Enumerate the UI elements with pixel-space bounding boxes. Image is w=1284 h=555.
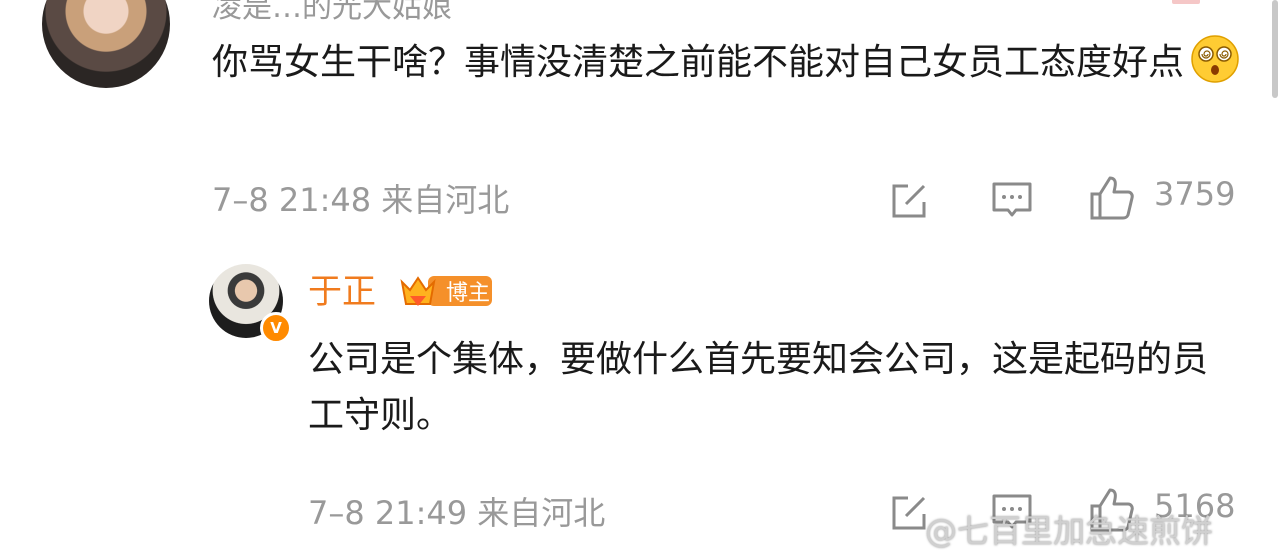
like-icon[interactable] <box>1088 174 1136 222</box>
username[interactable]: 凌是…的光大姑娘 <box>212 0 452 26</box>
reply-meta: 7–8 21:49 来自河北 <box>308 494 606 532</box>
like-count: 3759 <box>1154 175 1236 213</box>
avatar[interactable] <box>42 0 170 88</box>
reply-username[interactable]: 于正 <box>308 264 376 313</box>
comment-body: 你骂女生干啥？事情没清楚之前能不能对自己女员工态度好点 <box>212 42 1185 83</box>
user-badge <box>1172 0 1200 4</box>
scrollbar[interactable] <box>1272 0 1278 98</box>
reply-text: 公司是个集体，要做什么首先要知会公司，这是起码的员工守则。 <box>308 339 1209 436</box>
comment-text: 你骂女生干啥？事情没清楚之前能不能对自己女员工态度好点 <box>212 34 1252 91</box>
blogger-badge-label: 博主 <box>446 281 491 306</box>
comment-icon[interactable] <box>990 178 1034 222</box>
repost-edit-icon[interactable] <box>888 178 932 222</box>
watermark-text: @七百里加急速煎饼 <box>925 512 1214 550</box>
verified-badge: V <box>260 312 292 344</box>
comment-meta: 7–8 21:48 来自河北 <box>212 181 510 219</box>
dizzy-face-emoji-icon <box>1191 35 1239 83</box>
